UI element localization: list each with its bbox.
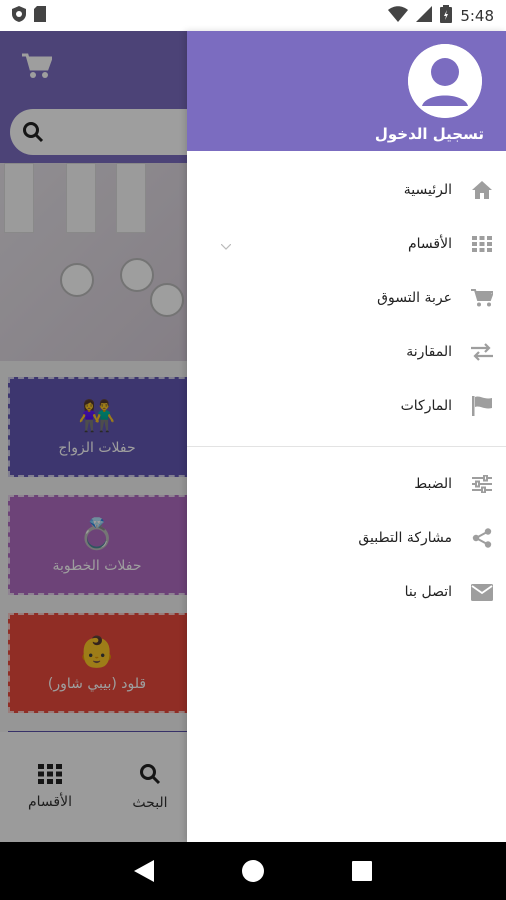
back-button[interactable]	[129, 856, 159, 886]
drawer-item-cart[interactable]: عربة التسوق	[187, 271, 506, 325]
recents-button[interactable]	[347, 856, 377, 886]
drawer-item-label: اتصل بنا	[404, 584, 452, 600]
home-circle-icon	[241, 860, 264, 882]
battery-icon	[440, 4, 453, 27]
drawer-divider	[187, 446, 506, 447]
home-icon	[470, 178, 494, 202]
cart-icon	[470, 286, 494, 310]
drawer-item-share-app[interactable]: مشاركة التطبيق	[187, 511, 506, 565]
drawer-item-contact-us[interactable]: اتصل بنا	[187, 565, 506, 619]
navigation-drawer: تسجيل الدخول الرئيسية الأقسام عربة التسو…	[187, 31, 506, 842]
flag-icon	[470, 394, 494, 418]
login-button[interactable]: تسجيل الدخول	[375, 125, 484, 143]
drawer-header: تسجيل الدخول	[187, 31, 506, 151]
drawer-menu-secondary: الضبط مشاركة التطبيق اتصل بنا	[187, 457, 506, 619]
share-icon	[470, 526, 494, 550]
drawer-item-brands[interactable]: الماركات	[187, 379, 506, 433]
drawer-item-label: عربة التسوق	[377, 290, 452, 306]
wifi-icon	[388, 5, 409, 26]
back-triangle-icon	[134, 860, 155, 882]
home-button[interactable]	[238, 856, 268, 886]
signal-icon	[416, 5, 433, 26]
user-avatar-icon	[408, 44, 482, 118]
drawer-menu-primary: الرئيسية الأقسام عربة التسوق المقارنة ال…	[187, 151, 506, 433]
drawer-item-categories[interactable]: الأقسام	[187, 217, 506, 271]
shield-icon	[12, 5, 26, 26]
system-nav-bar	[0, 842, 506, 900]
mail-icon	[470, 580, 494, 604]
chevron-down-icon[interactable]	[220, 235, 232, 254]
clock-time: 5:48	[460, 6, 494, 25]
drawer-item-compare[interactable]: المقارنة	[187, 325, 506, 379]
drawer-item-label: الأقسام	[408, 236, 452, 252]
sim-card-icon	[34, 5, 46, 26]
status-bar: 5:48	[0, 0, 506, 31]
drawer-item-label: الرئيسية	[403, 182, 452, 198]
drawer-item-label: المقارنة	[406, 344, 452, 360]
drawer-item-settings[interactable]: الضبط	[187, 457, 506, 511]
drawer-item-home[interactable]: الرئيسية	[187, 163, 506, 217]
recents-square-icon	[351, 861, 372, 881]
drawer-item-label: مشاركة التطبيق	[358, 530, 452, 546]
grid-icon	[470, 232, 494, 256]
drawer-item-label: الماركات	[400, 398, 452, 414]
drawer-item-label: الضبط	[414, 476, 452, 492]
settings-sliders-icon	[470, 472, 494, 496]
compare-icon	[470, 340, 494, 364]
avatar[interactable]	[408, 44, 482, 118]
